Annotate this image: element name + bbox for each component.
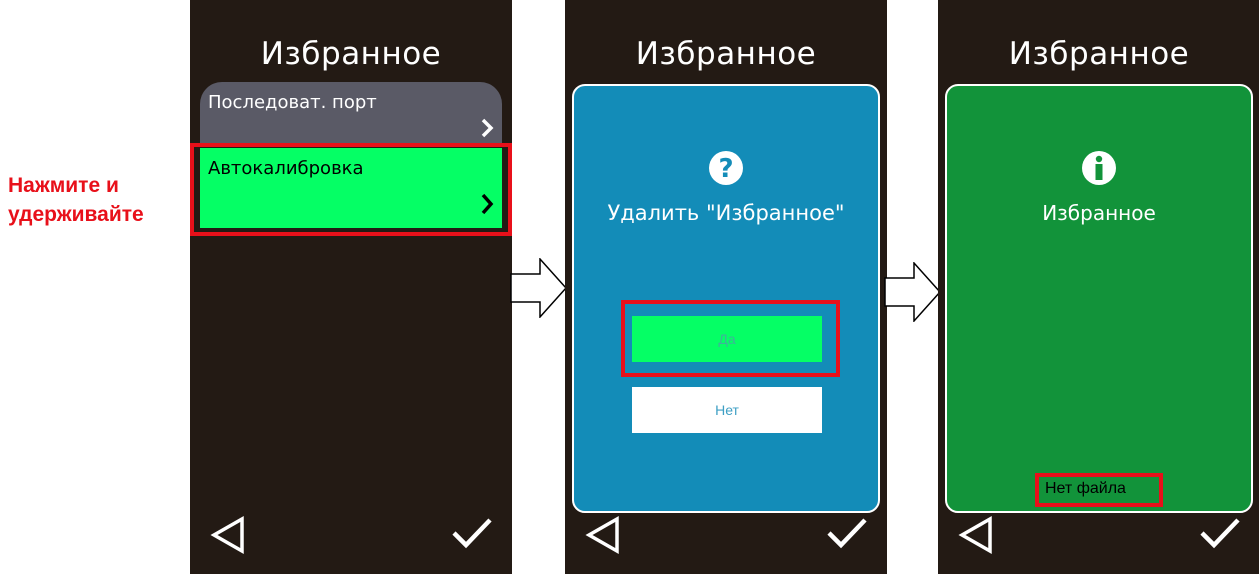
svg-text:?: ?	[718, 154, 733, 184]
check-icon[interactable]	[1198, 515, 1242, 556]
check-icon[interactable]	[825, 515, 869, 556]
screen-title: Избранное	[635, 36, 817, 72]
list-item-serial-port[interactable]: Последоват. порт	[200, 82, 502, 145]
press-and-hold-annotation: Нажмите и удерживайте	[8, 171, 144, 229]
delete-dialog: ? Удалить "Избранное" Да Нет	[572, 84, 880, 513]
back-triangle-icon[interactable]	[585, 515, 621, 560]
flow-arrow-icon	[510, 257, 568, 323]
dialog-message: Избранное	[1042, 201, 1156, 225]
back-triangle-icon[interactable]	[210, 515, 246, 560]
flow-arrow-icon	[884, 261, 942, 327]
no-button[interactable]: Нет	[632, 387, 822, 433]
annotation-line-1: Нажмите и	[8, 174, 119, 197]
screen-title: Избранное	[1008, 36, 1190, 72]
chevron-right-icon	[480, 118, 494, 143]
dialog-message: Удалить "Избранное"	[607, 201, 845, 225]
question-icon: ?	[708, 150, 744, 191]
favorites-screen: Избранное Последоват. порт Автокалибровк…	[190, 0, 512, 574]
highlight-frame-autocalibration	[190, 143, 512, 236]
highlight-frame-nofile	[1035, 473, 1163, 507]
annotation-line-2: удерживайте	[8, 203, 144, 226]
delete-confirm-screen: Избранное ? Удалить "Избранное" Да Нет	[565, 0, 887, 574]
back-triangle-icon[interactable]	[958, 515, 994, 560]
list-item-label: Последоват. порт	[208, 92, 377, 113]
screen-title: Избранное	[260, 36, 442, 72]
check-icon[interactable]	[450, 515, 494, 556]
highlight-frame-yes	[621, 300, 840, 377]
info-icon	[1081, 150, 1117, 191]
info-dialog: Избранное Нет файла	[945, 84, 1253, 513]
